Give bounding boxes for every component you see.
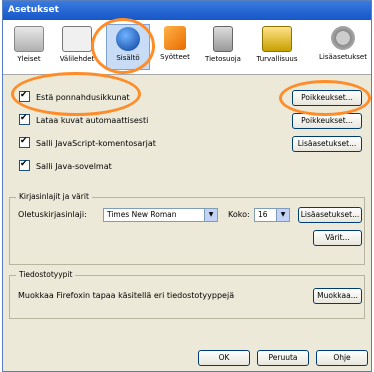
font-size-label: Koko: [228,210,250,219]
settings-panel-icon [14,26,44,52]
default-font-select[interactable]: Times New Roman ▼ [103,208,218,222]
tab-security[interactable]: Turvallisuus [255,24,299,70]
options-toolbar: Yleiset Välilehdet Sisältö Syötteet Tiet… [3,20,371,75]
feed-icon [164,26,186,50]
tab-advanced[interactable]: Lisäasetukset [317,24,369,70]
checkbox-icon[interactable] [19,134,30,148]
file-types-description: Muokkaa Firefoxin tapaa käsitellä eri ti… [18,291,235,300]
checkbox-load-images[interactable]: Lataa kuvat automaattisesti [19,111,149,128]
manage-file-types-button[interactable]: Muokkaa... [313,288,362,304]
tab-feeds-label: Syötteet [160,53,190,61]
window-title: Asetukset [3,1,371,20]
tab-privacy-label: Tietosuoja [205,55,241,63]
checkbox-label: Lataa kuvat automaattisesti [36,116,149,125]
tab-privacy[interactable]: Tietosuoja [201,24,245,70]
annotation-circle [11,72,141,116]
lock-icon [213,26,233,52]
checkbox-label: Salli Java-sovelmat [36,162,112,171]
help-button[interactable]: Ohje [316,350,368,366]
gear-icon [331,26,355,50]
cancel-button[interactable]: Peruuta [257,350,309,366]
checkbox-enable-java[interactable]: Salli Java-sovelmat [19,157,112,174]
default-font-label: Oletuskirjasinlaji: [18,210,87,219]
chevron-down-icon[interactable]: ▼ [204,209,217,221]
fonts-legend: Kirjasinlajit ja värit [16,192,92,201]
file-types-legend: Tiedostotyypit [16,270,76,279]
tab-security-label: Turvallisuus [256,55,298,63]
tab-general[interactable]: Yleiset [7,24,51,70]
font-size-select[interactable]: 16 ▼ [254,208,290,222]
tab-feeds[interactable]: Syötteet [153,24,197,70]
tab-general-label: Yleiset [17,55,41,63]
default-font-value: Times New Roman [107,210,177,219]
annotation-circle [91,18,155,74]
ok-button[interactable]: OK [198,350,250,366]
checkbox-label: Salli JavaScript-komentosarjat [36,139,156,148]
chevron-down-icon[interactable]: ▼ [276,209,289,221]
tab-advanced-label: Lisäasetukset [319,53,367,61]
annotation-circle [279,80,371,116]
checkbox-icon[interactable] [19,111,30,125]
tabs-icon [62,26,92,52]
security-icon [262,26,292,52]
colors-button[interactable]: Värit... [313,230,362,246]
checkbox-enable-javascript[interactable]: Salli JavaScript-komentosarjat [19,134,156,151]
font-size-value: 16 [258,210,268,219]
fonts-colors-group: Kirjasinlajit ja värit Oletuskirjasinlaj… [9,192,365,265]
file-types-group: Tiedostotyypit Muokkaa Firefoxin tapaa k… [9,270,365,319]
checkbox-icon[interactable] [19,157,30,171]
fonts-advanced-button[interactable]: Lisäasetukset... [298,207,362,223]
javascript-advanced-button[interactable]: Lisäasetukset... [292,136,362,152]
options-window: Asetukset Yleiset Välilehdet Sisältö Syö… [2,0,372,372]
